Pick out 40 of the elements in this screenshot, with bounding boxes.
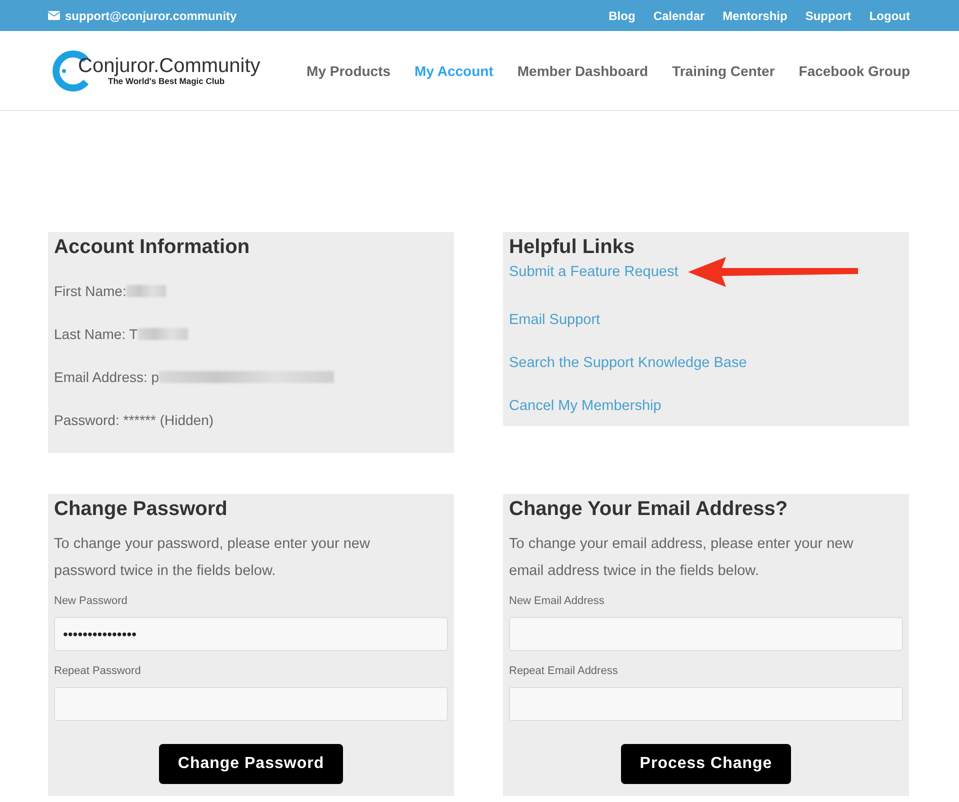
top-link[interactable]: Support bbox=[805, 8, 852, 22]
help-link[interactable]: Cancel My Membership bbox=[509, 398, 662, 414]
field-label: Repeat Email Address bbox=[509, 665, 619, 677]
field-label: Repeat Password bbox=[54, 665, 142, 677]
help-link[interactable]: Submit a Feature Request bbox=[509, 264, 678, 280]
card-title: Change Password bbox=[54, 498, 228, 521]
card-description: To change your password, please enter your new password twice in the fields below. bbox=[54, 535, 371, 581]
account-field: Password: ****** (Hidden) bbox=[54, 412, 214, 428]
help-link[interactable]: Search the Support Knowledge Base bbox=[509, 355, 747, 371]
help-link[interactable]: Email Support bbox=[509, 312, 600, 328]
account-field: Email Address: p bbox=[54, 368, 160, 384]
top-link[interactable]: Mentorship bbox=[722, 8, 788, 22]
account-field: First Name: bbox=[54, 282, 126, 298]
top-link[interactable]: Blog bbox=[608, 8, 636, 22]
nav-link[interactable]: Facebook Group bbox=[798, 62, 910, 78]
redacted-value bbox=[126, 284, 166, 296]
field-label: New Email Address bbox=[509, 595, 606, 607]
redacted-value bbox=[138, 328, 188, 340]
input-field[interactable] bbox=[509, 687, 903, 721]
submit-button[interactable]: Change Password bbox=[158, 744, 344, 784]
card-title: Account Information bbox=[54, 236, 251, 259]
input-field[interactable]: ••••••••••••••• bbox=[54, 617, 448, 651]
nav-link[interactable]: My Account bbox=[414, 62, 494, 78]
nav-link[interactable]: Member Dashboard bbox=[517, 62, 648, 78]
card-title: Helpful Links bbox=[509, 236, 636, 259]
submit-button[interactable]: Process Change bbox=[620, 744, 792, 784]
input-field[interactable] bbox=[509, 617, 903, 651]
account-field: Last Name: T bbox=[54, 326, 138, 342]
nav-link[interactable]: Training Center bbox=[672, 62, 775, 78]
support-email: support@conjuror.community bbox=[65, 8, 237, 22]
card-title: Change Your Email Address? bbox=[509, 498, 789, 521]
input-field[interactable] bbox=[54, 687, 448, 721]
mail-icon bbox=[48, 11, 60, 20]
top-link[interactable]: Calendar bbox=[653, 8, 705, 22]
card-description: To change your email address, please enter your new email address twice in the fields below. bbox=[509, 535, 854, 581]
top-link[interactable]: Logout bbox=[869, 8, 910, 22]
logo-tagline: The World's Best Magic Club bbox=[108, 76, 225, 86]
field-label: New Password bbox=[54, 595, 128, 607]
nav-link[interactable]: My Products bbox=[306, 62, 391, 78]
logo-name: Conjuror.Community bbox=[78, 55, 260, 78]
